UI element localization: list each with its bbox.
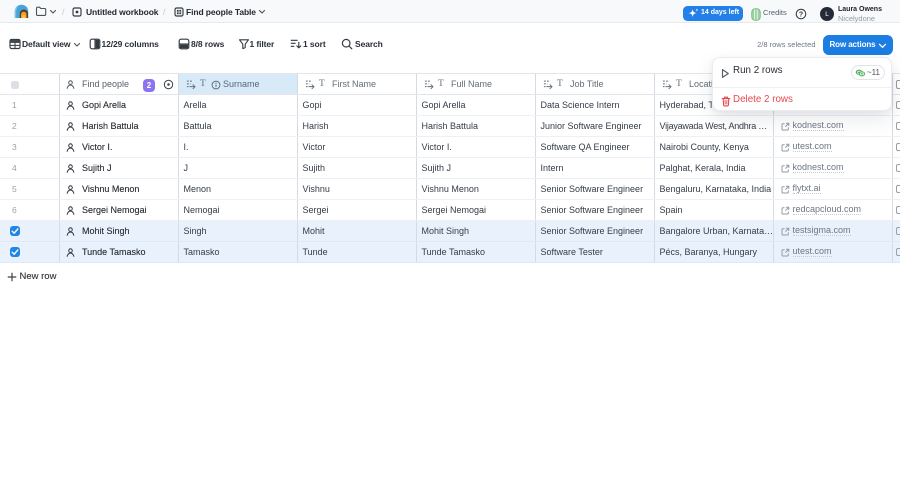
- svg-text:?: ?: [799, 11, 803, 18]
